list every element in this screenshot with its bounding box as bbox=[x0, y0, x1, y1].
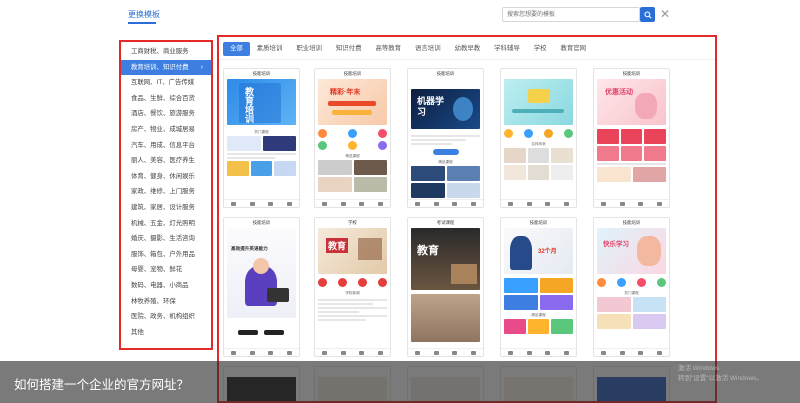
template-search-input[interactable] bbox=[502, 7, 640, 22]
tab-language-training[interactable]: 语言培训 bbox=[408, 42, 448, 56]
chevron-right-icon: › bbox=[200, 63, 203, 71]
card-banner: 教育培训 bbox=[227, 79, 296, 125]
category-sidebar: 工商财税、商业服务 教育培训、知识付费 › 互联网、IT、广告传媒 食品、生鲜、综… bbox=[119, 40, 213, 350]
category-item[interactable]: 其他 bbox=[121, 325, 211, 341]
template-card[interactable]: 技能培训 优惠活动 bbox=[593, 68, 670, 208]
card-banner: 机器学习 bbox=[411, 89, 480, 129]
tab-vocational-training[interactable]: 职业培训 bbox=[289, 42, 329, 56]
template-card[interactable]: 技能培训 教育培训 热门课程 bbox=[223, 68, 300, 208]
template-card[interactable]: 名师风采 bbox=[500, 68, 577, 208]
tab-higher-education[interactable]: 高等教育 bbox=[368, 42, 408, 56]
tab-subject-tutoring[interactable]: 学科辅导 bbox=[487, 42, 527, 56]
tab-all[interactable]: 全部 bbox=[223, 42, 250, 56]
category-item-active[interactable]: 教育培训、知识付费 › bbox=[121, 59, 211, 76]
top-bar: 更换模板 ✕ bbox=[0, 0, 800, 34]
change-template-tab[interactable]: 更换模板 bbox=[128, 9, 160, 20]
category-item[interactable]: 医院、政务、机构组织 bbox=[121, 309, 211, 325]
category-item[interactable]: 机械、五金、灯光照明 bbox=[121, 216, 211, 232]
category-item[interactable]: 食品、生鲜、综合百货 bbox=[121, 91, 211, 107]
tab-paid-knowledge[interactable]: 知识付费 bbox=[329, 42, 369, 56]
category-item[interactable]: 建筑、家居、设计服务 bbox=[121, 200, 211, 216]
search-icon bbox=[643, 10, 652, 19]
tab-education-website[interactable]: 教育官网 bbox=[554, 42, 594, 56]
template-card[interactable]: 学校 教育 学校新闻 bbox=[314, 217, 391, 357]
category-item[interactable]: 酒店、餐饮、旅游服务 bbox=[121, 106, 211, 122]
category-item[interactable]: 体育、健身、休闲娱乐 bbox=[121, 169, 211, 185]
card-banner: 教育 bbox=[318, 228, 387, 274]
category-item[interactable]: 林牧养殖、环保 bbox=[121, 294, 211, 310]
category-item[interactable]: 数码、电器、小商品 bbox=[121, 278, 211, 294]
category-item[interactable]: 汽车、用成、信息平台 bbox=[121, 138, 211, 154]
windows-activation-watermark: 激活 Windows 转到"设置"以激活 Windows。 bbox=[678, 365, 763, 382]
template-card[interactable]: 技能培训 快乐学习 热门课程 bbox=[593, 217, 670, 357]
category-item[interactable]: 丽人、美容、医疗养生 bbox=[121, 153, 211, 169]
category-item[interactable]: 婚庆、摄影、生活咨询 bbox=[121, 231, 211, 247]
category-item[interactable]: 服饰、箱包、户外用品 bbox=[121, 247, 211, 263]
card-banner: 高效提升英语能力 bbox=[227, 228, 296, 318]
card-banner bbox=[504, 79, 573, 125]
card-banner: 教育 bbox=[411, 228, 480, 290]
card-banner: 精彩·年末 bbox=[318, 79, 387, 125]
template-card[interactable]: 技能培训 32个月 精品课程 bbox=[500, 217, 577, 357]
card-banner: 32个月 bbox=[504, 228, 573, 274]
filter-tabs: 全部 素质培训 职业培训 知识付费 高等教育 语言培训 幼教早教 学科辅导 学校… bbox=[223, 41, 593, 57]
template-gallery: 全部 素质培训 职业培训 知识付费 高等教育 语言培训 幼教早教 学科辅导 学校… bbox=[217, 35, 717, 403]
template-card[interactable]: 技能培训 精彩·年末 精选课程 bbox=[314, 68, 391, 208]
search-button[interactable] bbox=[640, 7, 655, 22]
category-item[interactable]: 母婴、宠物、鲜花 bbox=[121, 262, 211, 278]
card-banner: 快乐学习 bbox=[597, 228, 666, 274]
template-card[interactable]: 技能培训 机器学习 精品课程 bbox=[407, 68, 484, 208]
tab-quality-training[interactable]: 素质培训 bbox=[250, 42, 290, 56]
template-card[interactable]: 技能培训 高效提升英语能力 bbox=[223, 217, 300, 357]
caption-text: 如何搭建一个企业的官方网址？ bbox=[14, 377, 190, 392]
tab-school[interactable]: 学校 bbox=[527, 42, 554, 56]
category-item[interactable]: 工商财税、商业服务 bbox=[121, 44, 211, 60]
card-banner: 优惠活动 bbox=[597, 79, 666, 125]
tab-divider bbox=[219, 59, 715, 60]
category-item[interactable]: 互联网、IT、广告传媒 bbox=[121, 75, 211, 91]
template-card[interactable]: 考试课程 教育 bbox=[407, 217, 484, 357]
category-item[interactable]: 房产、物业、成城居易 bbox=[121, 122, 211, 138]
close-icon[interactable]: ✕ bbox=[659, 7, 671, 22]
category-item[interactable]: 家政、维修、上门服务 bbox=[121, 184, 211, 200]
active-tab-underline bbox=[128, 22, 156, 24]
tab-early-education[interactable]: 幼教早教 bbox=[448, 42, 488, 56]
